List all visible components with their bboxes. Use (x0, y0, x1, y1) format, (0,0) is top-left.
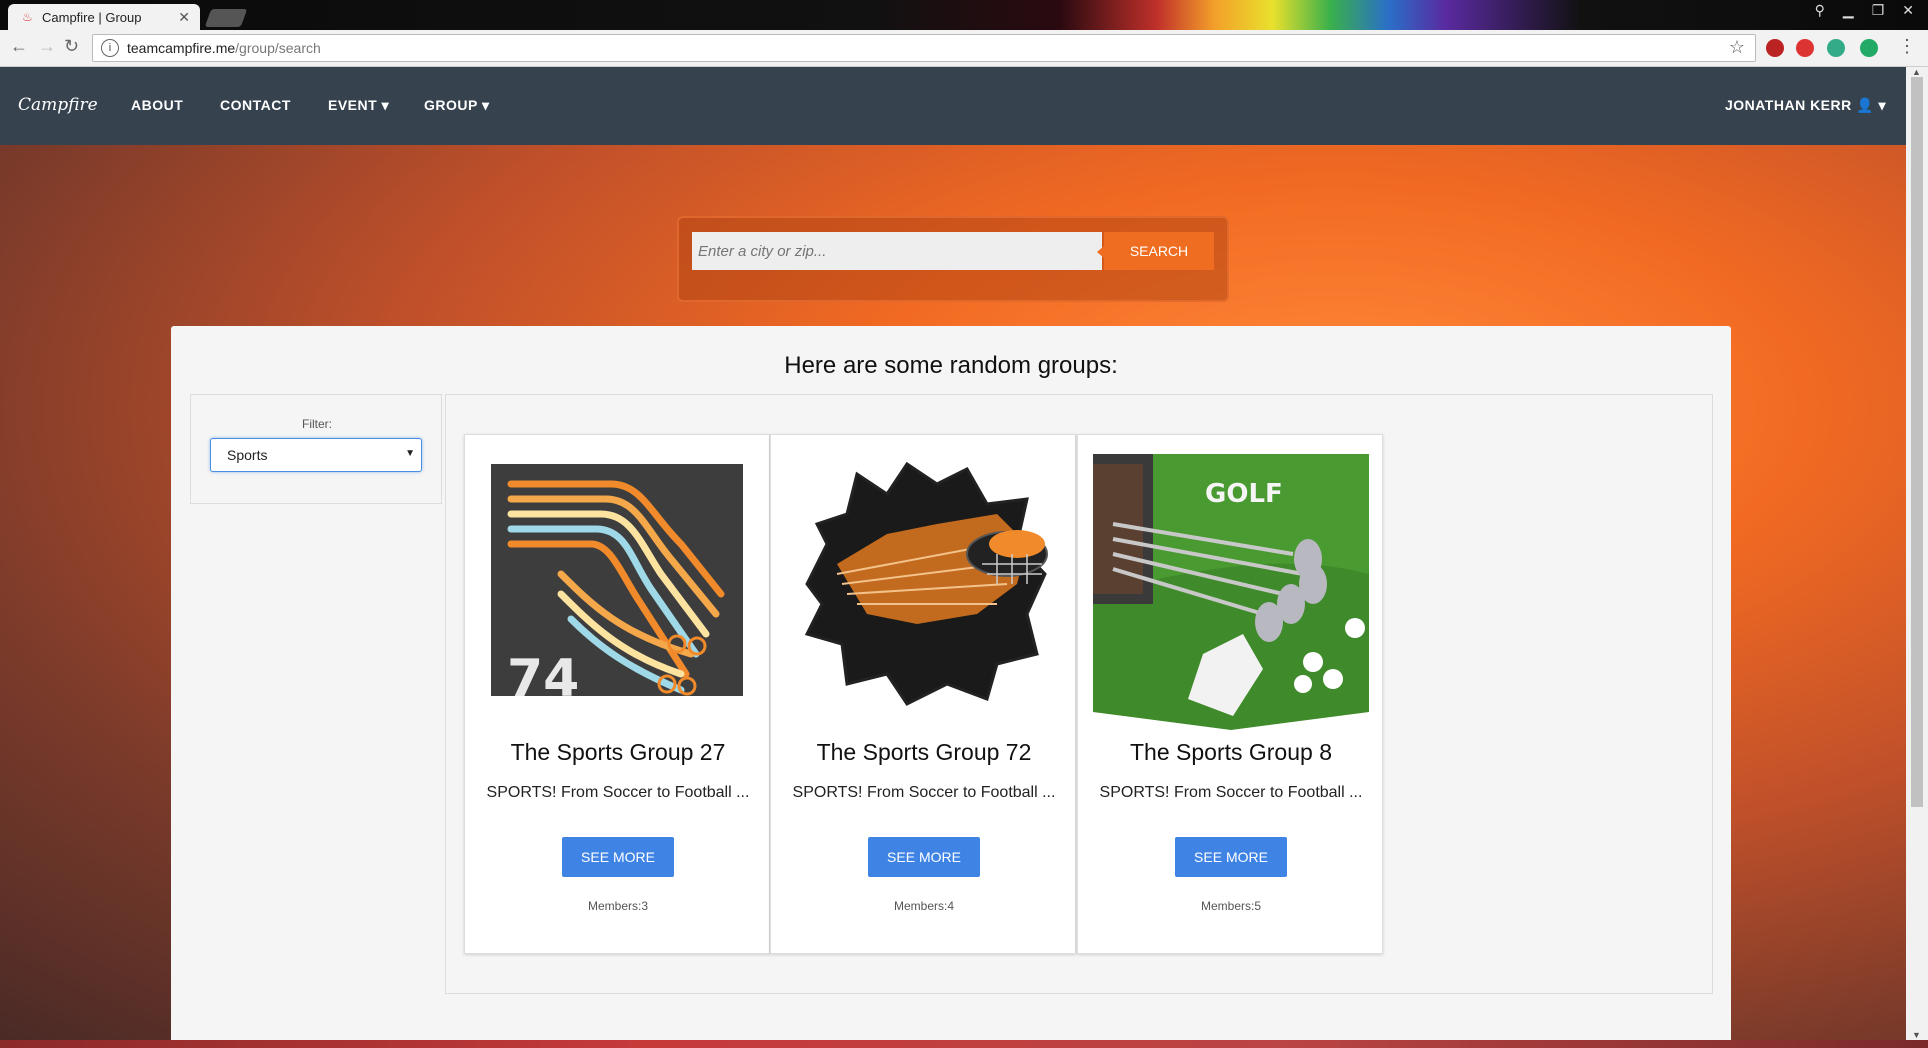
page-scrollbar[interactable]: ▲ ▼ (1906, 67, 1928, 1040)
brand-logo[interactable]: Campfire (18, 95, 98, 115)
see-more-button[interactable]: SEE MORE (868, 837, 980, 877)
search-button[interactable]: SEARCH (1104, 232, 1214, 270)
hockey-puck-image (797, 454, 1049, 706)
group-card: The Sports Group 72 SPORTS! From Soccer … (770, 434, 1076, 954)
nav-event[interactable]: EVENT ▾ (328, 97, 389, 114)
new-tab-button[interactable] (204, 9, 248, 27)
site-navbar: Campfire ABOUT CONTACT EVENT ▾ GROUP ▾ J… (0, 67, 1906, 145)
scroll-up-icon[interactable]: ▲ (1912, 67, 1921, 77)
chevron-down-icon: ▼ (405, 448, 415, 459)
see-more-button[interactable]: SEE MORE (562, 837, 674, 877)
group-card: 74 The Sports Group 27 SPORTS! From Socc… (464, 434, 770, 954)
tab-title: Campfire | Group (42, 9, 142, 25)
scrollbar-thumb[interactable] (1911, 77, 1923, 807)
campfire-favicon-icon: ♨ (22, 10, 33, 24)
filter-select[interactable]: Sports ▼ (210, 438, 422, 472)
grammarly-extension-icon[interactable] (1860, 39, 1878, 57)
address-bar[interactable]: i teamcampfire.me /group/search ☆ (92, 34, 1756, 62)
group-description: SPORTS! From Soccer to Football ... (1099, 784, 1363, 801)
browser-tab[interactable]: ♨ Campfire | Group ✕ (8, 4, 200, 30)
forward-icon[interactable]: → (38, 36, 56, 57)
nav-group-label: GROUP (424, 97, 478, 113)
tab-close-icon[interactable]: ✕ (178, 9, 190, 26)
group-title[interactable]: The Sports Group 72 (771, 739, 1077, 766)
back-icon[interactable]: ← (10, 36, 28, 57)
nav-about[interactable]: ABOUT (131, 97, 183, 113)
group-description: SPORTS! From Soccer to Football ... (792, 784, 1056, 801)
site-info-icon[interactable]: i (101, 39, 119, 57)
cycling-group-image: 74 (491, 464, 743, 706)
member-count: Members:5 (1200, 899, 1262, 913)
minimize-icon[interactable]: ▁ (1843, 2, 1854, 19)
group-title[interactable]: The Sports Group 27 (465, 739, 771, 766)
chrome-menu-icon[interactable]: ⋮ (1898, 36, 1916, 57)
caret-down-icon: ▾ (377, 97, 390, 113)
caret-down-icon: ▾ (477, 97, 490, 113)
url-path: /group/search (235, 40, 321, 56)
restore-icon[interactable]: ❐ (1872, 2, 1885, 19)
filter-select-value: Sports (227, 447, 268, 463)
os-taskbar (0, 1040, 1928, 1048)
card-image-number: 74 (507, 649, 579, 706)
member-count: Members:4 (893, 899, 955, 913)
nav-event-label: EVENT (328, 97, 378, 113)
nav-contact[interactable]: CONTACT (220, 97, 291, 113)
user-menu[interactable]: JONATHAN KERR 👤 ▾ (1725, 97, 1886, 114)
page-background: Campfire ABOUT CONTACT EVENT ▾ GROUP ▾ J… (0, 67, 1906, 1040)
reload-icon[interactable]: ↻ (64, 36, 79, 57)
member-count: Members:3 (587, 899, 649, 913)
groups-panel: Here are some random groups: Filter: Spo… (171, 326, 1731, 1040)
golf-image: GOLF (1093, 454, 1369, 730)
see-more-button[interactable]: SEE MORE (1175, 837, 1287, 877)
search-input[interactable] (692, 232, 1102, 270)
url-host: teamcampfire.me (127, 40, 236, 56)
page-heading: Here are some random groups: (784, 352, 1118, 379)
scroll-down-icon[interactable]: ▼ (1912, 1030, 1921, 1040)
play-extension-icon[interactable] (1827, 39, 1845, 57)
user-name: JONATHAN KERR (1724, 97, 1852, 113)
search-box: SEARCH (677, 216, 1229, 302)
bookmark-star-icon[interactable]: ☆ (1729, 37, 1745, 58)
profile-icon[interactable]: ⚲ (1815, 2, 1825, 19)
groups-grid: 74 The Sports Group 27 SPORTS! From Socc… (445, 394, 1713, 994)
filter-box: Filter: Sports ▼ (190, 394, 442, 504)
filter-label: Filter: (302, 417, 332, 431)
search-notch (1097, 246, 1104, 258)
caret-down-icon: ▾ (1874, 97, 1886, 113)
ublock-extension-icon[interactable] (1766, 39, 1784, 57)
group-card: GOLF The Sports Group 8 SPORTS! From Soc… (1077, 434, 1383, 954)
record-extension-icon[interactable] (1796, 39, 1814, 57)
user-icon: 👤 (1856, 97, 1875, 113)
browser-titlebar: ♨ Campfire | Group ✕ ⚲ ▁ ❐ ✕ (0, 0, 1928, 30)
nav-group[interactable]: GROUP ▾ (424, 97, 490, 114)
group-description: SPORTS! From Soccer to Football ... (486, 784, 750, 801)
card-image-label: GOLF (1205, 479, 1283, 509)
browser-toolbar: ← → ↻ i teamcampfire.me /group/search ☆ … (0, 30, 1928, 67)
close-window-icon[interactable]: ✕ (1902, 2, 1914, 19)
group-title[interactable]: The Sports Group 8 (1078, 739, 1384, 766)
